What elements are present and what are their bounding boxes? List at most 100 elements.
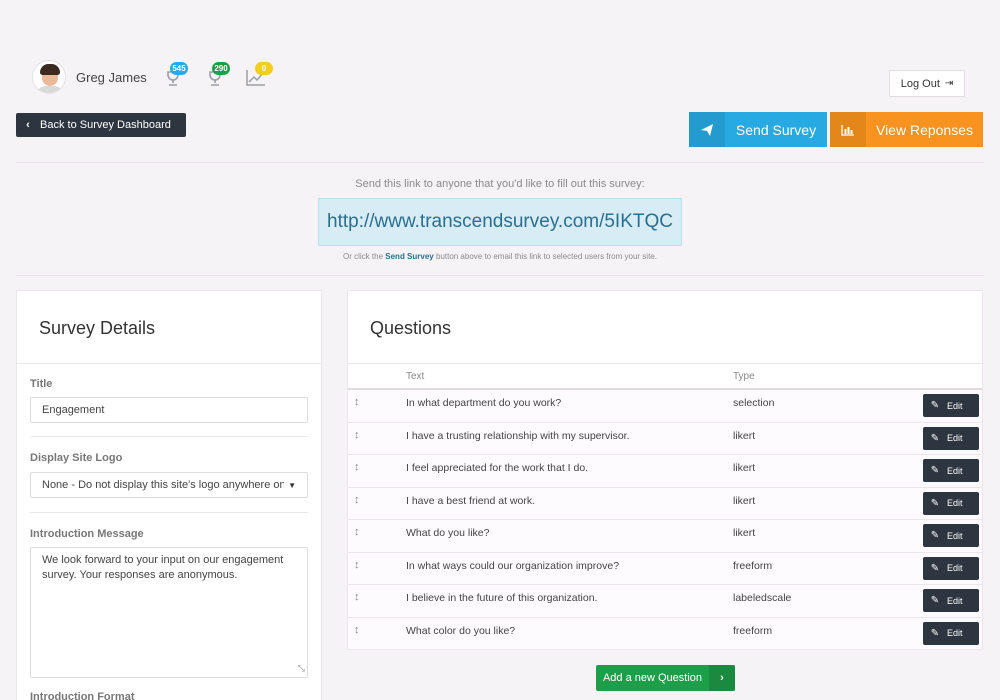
title-input[interactable]: Engagement xyxy=(30,397,308,423)
avatar[interactable] xyxy=(32,60,66,94)
survey-details-card: Survey Details Title Engagement Display … xyxy=(16,290,322,700)
question-text: In what ways could our organization impr… xyxy=(406,559,620,572)
question-type: likert xyxy=(733,462,756,474)
table-row: ↕ I have a best friend at work. likert ✎ Edi… xyxy=(348,487,982,520)
divider xyxy=(30,436,308,437)
caret-down-icon: ▼ xyxy=(288,480,296,490)
pencil-icon: ✎ xyxy=(930,562,940,574)
table-row: ↕ In what department do you work? selectio… xyxy=(348,390,982,423)
table-row: ↕ What color do you like? freeform ✎ Edit xyxy=(348,617,982,650)
paper-plane-icon xyxy=(689,112,725,147)
sign-out-icon: ⇥ xyxy=(944,78,954,89)
back-to-dashboard-button[interactable]: ‹ Back to Survey Dashboard xyxy=(16,113,186,137)
edit-label: Edit xyxy=(947,400,963,411)
question-text: I believe in the future of this organiza… xyxy=(406,592,598,604)
table-row: ↕ I have a trusting relationship with my … xyxy=(348,422,982,455)
survey-details-title: Survey Details xyxy=(17,291,321,364)
edit-question-button[interactable]: ✎ Edit xyxy=(923,459,979,482)
edit-question-button[interactable]: ✎ Edit xyxy=(923,621,979,645)
pencil-icon: ✎ xyxy=(930,432,940,444)
send-survey-label: Send Survey xyxy=(735,121,817,138)
questions-card: Questions Text Type ↕ In what department … xyxy=(347,290,983,650)
trophy-stat-2[interactable]: 290 xyxy=(204,62,230,88)
divider xyxy=(16,275,984,276)
add-question-button[interactable]: Add a new Question › xyxy=(596,665,735,691)
question-type: likert xyxy=(733,527,756,539)
share-note: Or click the Send Survey button above to… xyxy=(0,252,1000,261)
edit-label: Edit xyxy=(947,595,963,606)
pencil-icon: ✎ xyxy=(930,595,940,606)
intro-textarea[interactable]: We look forward to your input on our eng… xyxy=(30,547,308,678)
chevron-left-icon: ‹ xyxy=(26,119,30,131)
edit-question-button[interactable]: ✎ Edit xyxy=(923,524,979,547)
drag-handle-icon[interactable]: ↕ xyxy=(354,461,360,473)
chart-stat[interactable]: 0 xyxy=(245,62,273,88)
drag-handle-icon[interactable]: ↕ xyxy=(354,429,360,441)
column-type: Type xyxy=(733,371,755,382)
logo-select-value: None - Do not display this site's logo a… xyxy=(42,479,285,491)
title-label: Title xyxy=(30,378,53,390)
drag-handle-icon[interactable]: ↕ xyxy=(354,396,360,408)
divider xyxy=(30,512,308,513)
survey-link[interactable]: http://www.transcendsurvey.com/5IKTQC xyxy=(318,198,682,246)
question-type: likert xyxy=(733,429,756,442)
pencil-icon: ✎ xyxy=(930,627,940,639)
view-responses-label: View Reponses xyxy=(875,121,974,138)
back-label: Back to Survey Dashboard xyxy=(40,119,171,131)
logout-button[interactable]: Log Out ⇥ xyxy=(889,70,965,97)
questions-title: Questions xyxy=(348,291,982,364)
share-intro: Send this link to anyone that you'd like… xyxy=(355,178,645,190)
edit-label: Edit xyxy=(947,498,963,508)
edit-label: Edit xyxy=(947,433,963,443)
drag-handle-icon[interactable]: ↕ xyxy=(354,624,360,636)
user-profile[interactable]: Greg James xyxy=(32,60,147,94)
stat-count: 290 xyxy=(212,62,230,75)
edit-question-button[interactable]: ✎ Edit xyxy=(923,556,979,580)
question-text: I have a trusting relationship with my s… xyxy=(406,429,630,442)
trophy-stat-1[interactable]: 545 xyxy=(162,62,188,88)
send-survey-button[interactable]: Send Survey xyxy=(689,112,827,147)
view-responses-button[interactable]: View Reponses xyxy=(830,112,983,147)
intro-format-label: Introduction Format xyxy=(30,691,135,700)
table-header: Text Type xyxy=(348,364,982,390)
question-type: freeform xyxy=(733,624,773,637)
drag-handle-icon[interactable]: ↕ xyxy=(354,591,360,603)
add-question-label: Add a new Question xyxy=(602,672,703,684)
logout-label: Log Out xyxy=(900,77,940,90)
pencil-icon: ✎ xyxy=(930,497,940,509)
question-text: What do you like? xyxy=(406,527,490,539)
table-row: ↕ What do you like? likert ✎ Edit xyxy=(348,520,982,553)
drag-handle-icon[interactable]: ↕ xyxy=(354,526,360,538)
share-section: Send this link to anyone that you'd like… xyxy=(0,178,1000,261)
edit-question-button[interactable]: ✎ Edit xyxy=(923,426,979,450)
edit-question-button[interactable]: ✎ Edit xyxy=(923,394,979,417)
question-type: likert xyxy=(733,494,756,507)
share-note-suffix: button above to email this link to selec… xyxy=(435,252,657,261)
edit-label: Edit xyxy=(947,465,963,476)
question-type: freeform xyxy=(733,559,773,572)
edit-label: Edit xyxy=(947,563,963,573)
question-text: In what department do you work? xyxy=(406,397,562,409)
question-text: I feel appreciated for the work that I d… xyxy=(406,462,589,474)
table-row: ↕ In what ways could our organization imp… xyxy=(348,552,982,585)
column-text: Text xyxy=(406,371,425,382)
stat-count: 0 xyxy=(255,62,273,75)
question-type: selection xyxy=(733,397,775,409)
pencil-icon: ✎ xyxy=(930,400,940,411)
drag-handle-icon[interactable]: ↕ xyxy=(354,559,360,571)
resize-grip-icon[interactable]: ⤡ xyxy=(298,661,305,676)
question-text: I have a best friend at work. xyxy=(406,494,535,507)
bar-chart-icon xyxy=(830,112,866,147)
edit-question-button[interactable]: ✎ Edit xyxy=(923,491,979,515)
drag-handle-icon[interactable]: ↕ xyxy=(354,494,360,506)
stat-count: 545 xyxy=(170,62,188,75)
edit-question-button[interactable]: ✎ Edit xyxy=(923,589,979,612)
edit-label: Edit xyxy=(947,628,963,638)
table-row: ↕ I feel appreciated for the work that I … xyxy=(348,455,982,488)
pencil-icon: ✎ xyxy=(930,530,940,541)
logo-label: Display Site Logo xyxy=(30,452,123,464)
logo-select[interactable]: None - Do not display this site's logo a… xyxy=(30,472,308,498)
table-row: ↕ I believe in the future of this organiz… xyxy=(348,585,982,618)
edit-label: Edit xyxy=(947,530,963,541)
chevron-right-icon: › xyxy=(709,665,735,691)
